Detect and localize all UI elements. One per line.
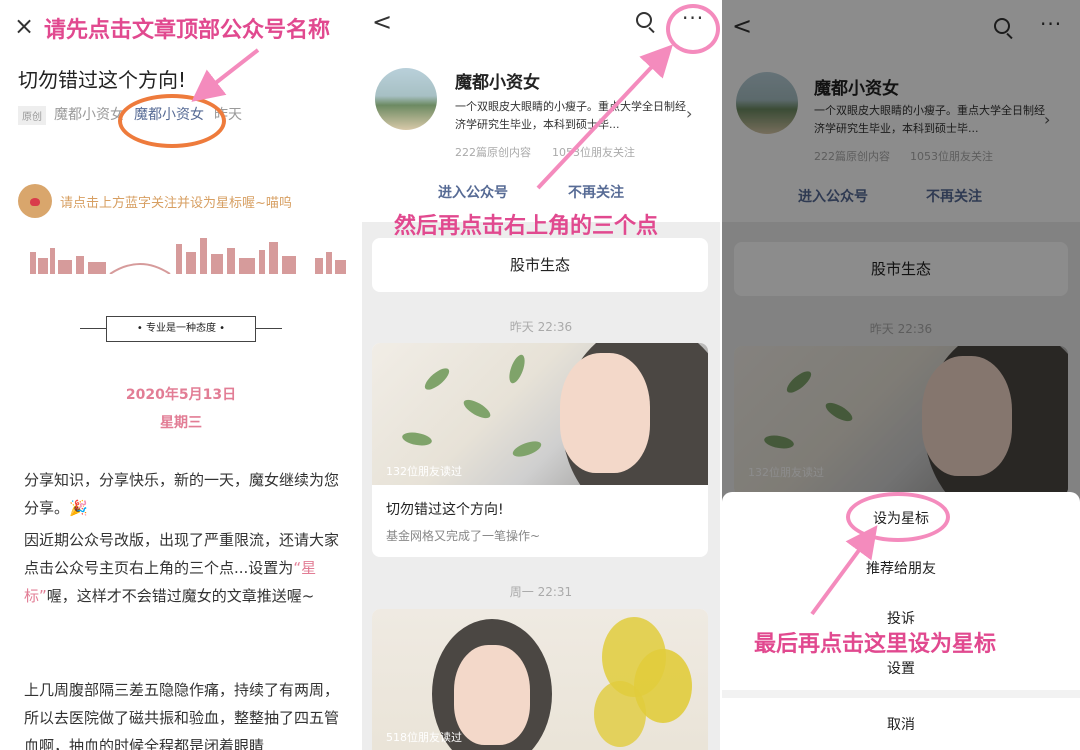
leaf-shape bbox=[506, 352, 528, 386]
highlight-ring bbox=[846, 492, 950, 542]
leaf-shape bbox=[461, 396, 493, 422]
article-date: 2020年5月13日 bbox=[125, 387, 237, 403]
annotation-step-1: 请先点击文章顶部公众号名称 bbox=[44, 18, 331, 43]
skyline-image bbox=[30, 238, 346, 274]
sheet-separator bbox=[722, 690, 1080, 698]
article-title: 切勿错过这个方向! bbox=[18, 68, 187, 92]
unfollow-button[interactable]: 不再关注 bbox=[568, 182, 624, 202]
author-name: 魔都小资女 bbox=[54, 107, 124, 123]
paragraph-2-text: 因近期公众号改版，出现了严重限流，还请大家点击公众号主页右上角的三个点...设置… bbox=[24, 531, 340, 577]
back-icon[interactable]: < bbox=[372, 8, 392, 36]
account-name: 魔都小资女 bbox=[455, 73, 540, 93]
leaf-shape bbox=[421, 364, 453, 394]
leaf-shape bbox=[401, 430, 433, 448]
search-icon[interactable] bbox=[636, 12, 652, 28]
account-description: 一个双眼皮大眼睛的小瘦子。重点大学全日制经济学研究生毕业，本科到硕士毕... bbox=[455, 100, 686, 131]
read-count: 518位朋友读过 bbox=[386, 731, 462, 744]
enter-account-button[interactable]: 进入公众号 bbox=[438, 182, 508, 202]
follower-count: 1053位朋友关注 bbox=[552, 146, 635, 159]
highlight-ring bbox=[118, 94, 226, 148]
account-profile-panel: < ··· 魔都小资女 一个双眼皮大眼睛的小瘦子。重点大学全日制经济学研究生毕业… bbox=[362, 0, 720, 750]
timestamp: 周一 22:31 bbox=[509, 585, 573, 599]
paragraph-2: 因近期公众号改版，出现了严重限流，还请大家点击公众号主页右上角的三个点...设置… bbox=[24, 526, 340, 610]
timestamp: 昨天 22:36 bbox=[509, 320, 573, 334]
face-shape bbox=[454, 645, 530, 745]
topic-label: 股市生态 bbox=[509, 256, 570, 274]
panel-divider bbox=[360, 0, 362, 750]
chevron-right-icon[interactable]: › bbox=[686, 104, 692, 123]
motto-box: • 专业是一种态度 • bbox=[106, 316, 256, 342]
follow-tip: 请点击上方蓝字关注并设为星标喔~喵呜 bbox=[60, 196, 292, 211]
panel-divider bbox=[720, 0, 722, 750]
article-card-title: 切勿错过这个方向! bbox=[386, 502, 504, 518]
article-card[interactable]: 518位朋友读过 bbox=[372, 609, 708, 750]
balloon-shape bbox=[594, 681, 646, 747]
motto-line-left bbox=[80, 328, 106, 329]
recommend-option[interactable]: 推荐给朋友 bbox=[722, 558, 1080, 578]
article-cover-image: 518位朋友读过 bbox=[372, 609, 708, 750]
face-shape bbox=[560, 353, 650, 473]
article-card-subtitle: 基金网格又完成了一笔操作~ bbox=[386, 529, 541, 543]
leaf-shape bbox=[510, 438, 544, 460]
original-count: 222篇原创内容 bbox=[455, 146, 531, 159]
close-icon[interactable]: × bbox=[14, 14, 34, 38]
annotation-step-2: 然后再点击右上角的三个点 bbox=[394, 214, 659, 239]
motto-line-right bbox=[256, 328, 282, 329]
topic-card[interactable]: 股市生态 bbox=[372, 238, 708, 292]
paragraph-3: 上几周腹部隔三差五隐隐作痛，持续了有两周，所以去医院做了磁共振和验血，整整抽了四… bbox=[24, 681, 340, 750]
highlight-ring bbox=[666, 4, 720, 54]
paragraph-1: 分享知识，分享快乐，新的一天，魔女继续为您分享。🎉 bbox=[24, 471, 340, 517]
cancel-option[interactable]: 取消 bbox=[722, 714, 1080, 734]
settings-option[interactable]: 设置 bbox=[722, 658, 1080, 678]
annotation-step-3: 最后再点击这里设为星标 bbox=[754, 632, 997, 657]
original-tag: 原创 bbox=[18, 106, 46, 125]
paragraph-2-tail: 喔，这样才不会错过魔女的文章推送喔~ bbox=[46, 587, 315, 605]
article-cover-image: 132位朋友读过 bbox=[372, 343, 708, 485]
avatar bbox=[375, 68, 437, 130]
report-option[interactable]: 投诉 bbox=[722, 608, 1080, 628]
paw-icon bbox=[18, 184, 52, 218]
read-count: 132位朋友读过 bbox=[386, 465, 462, 478]
article-weekday: 星期三 bbox=[160, 415, 202, 431]
article-card[interactable]: 132位朋友读过 切勿错过这个方向! 基金网格又完成了一笔操作~ bbox=[372, 343, 708, 557]
